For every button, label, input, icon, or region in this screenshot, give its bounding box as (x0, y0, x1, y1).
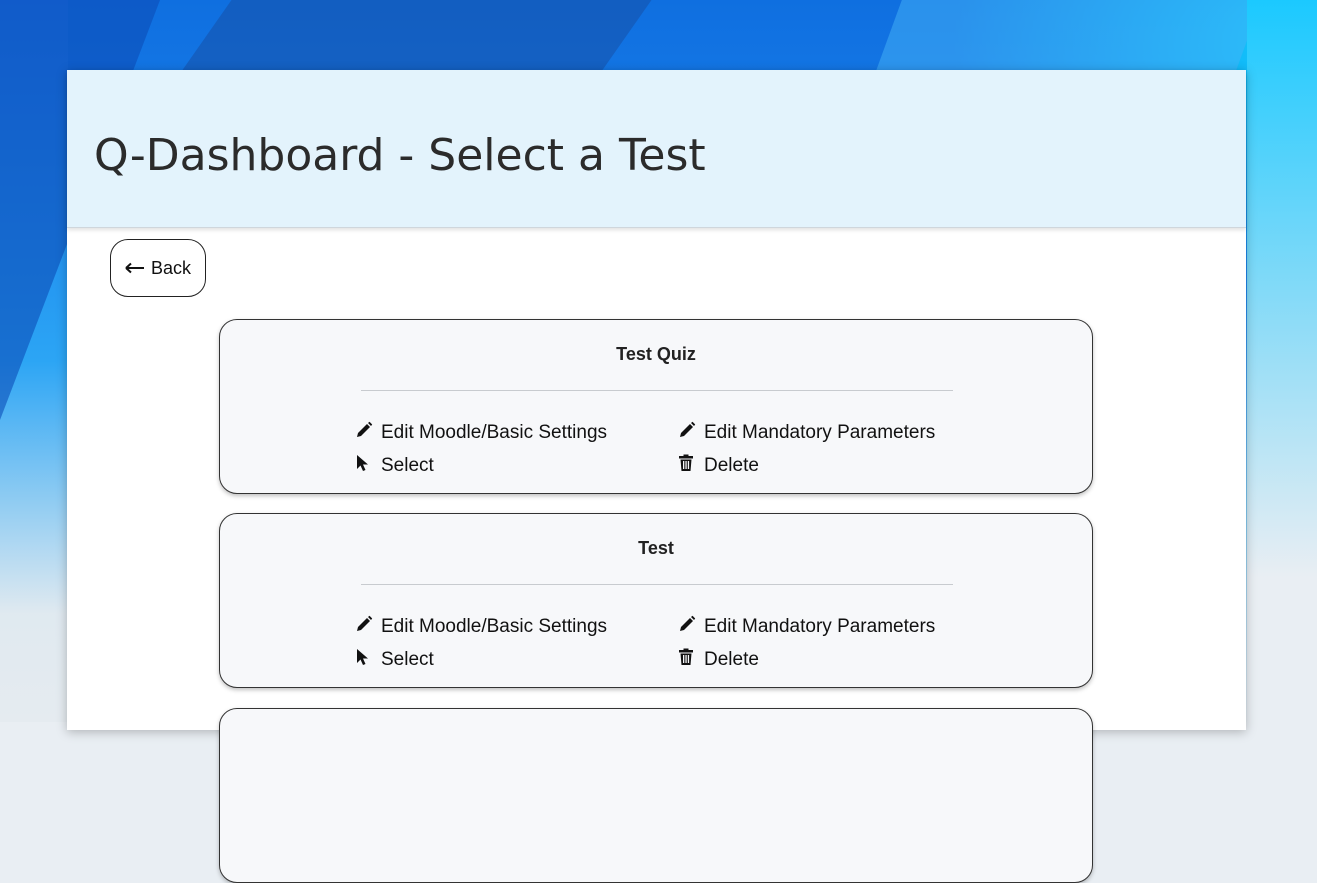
quiz-card: Test Quiz Edit Moodle/Basic Settings Edi… (219, 319, 1093, 494)
trash-icon (678, 648, 698, 671)
quiz-name: Test (638, 538, 674, 558)
page-header: Q-Dashboard - Select a Test (67, 70, 1246, 228)
cursor-pointer-icon (355, 454, 375, 477)
edit-basic-settings-button[interactable]: Edit Moodle/Basic Settings (355, 615, 607, 638)
delete-label: Delete (704, 454, 759, 476)
delete-button[interactable]: Delete (678, 648, 759, 671)
select-button[interactable]: Select (355, 648, 434, 671)
pencil-icon (678, 615, 698, 638)
edit-mandatory-parameters-button[interactable]: Edit Mandatory Parameters (678, 615, 935, 638)
divider (361, 584, 953, 585)
arrow-left-icon (125, 258, 145, 279)
edit-basic-settings-button[interactable]: Edit Moodle/Basic Settings (355, 421, 607, 444)
select-label: Select (381, 648, 434, 670)
page-title: Q-Dashboard - Select a Test (94, 130, 706, 181)
divider (361, 390, 953, 391)
delete-label: Delete (704, 648, 759, 670)
edit-mandatory-parameters-button[interactable]: Edit Mandatory Parameters (678, 421, 935, 444)
edit-basic-settings-label: Edit Moodle/Basic Settings (381, 421, 608, 443)
quiz-card (219, 708, 1093, 883)
delete-button[interactable]: Delete (678, 454, 759, 477)
pencil-icon (355, 421, 375, 444)
pencil-icon (678, 421, 698, 444)
select-button[interactable]: Select (355, 454, 434, 477)
back-button[interactable]: Back (110, 239, 206, 297)
back-button-label: Back (150, 257, 192, 278)
edit-basic-settings-label: Edit Moodle/Basic Settings (381, 615, 608, 637)
quiz-card: Test Edit Moodle/Basic Settings Edit Man… (219, 513, 1093, 688)
edit-mandatory-parameters-label: Edit Mandatory Parameters (704, 615, 936, 637)
select-label: Select (381, 454, 434, 476)
main-panel: Q-Dashboard - Select a Test Back Test Qu… (67, 70, 1246, 883)
quiz-name: Test Quiz (616, 344, 696, 364)
pencil-icon (355, 615, 375, 638)
cursor-pointer-icon (355, 648, 375, 671)
trash-icon (678, 454, 698, 477)
edit-mandatory-parameters-label: Edit Mandatory Parameters (704, 421, 936, 443)
